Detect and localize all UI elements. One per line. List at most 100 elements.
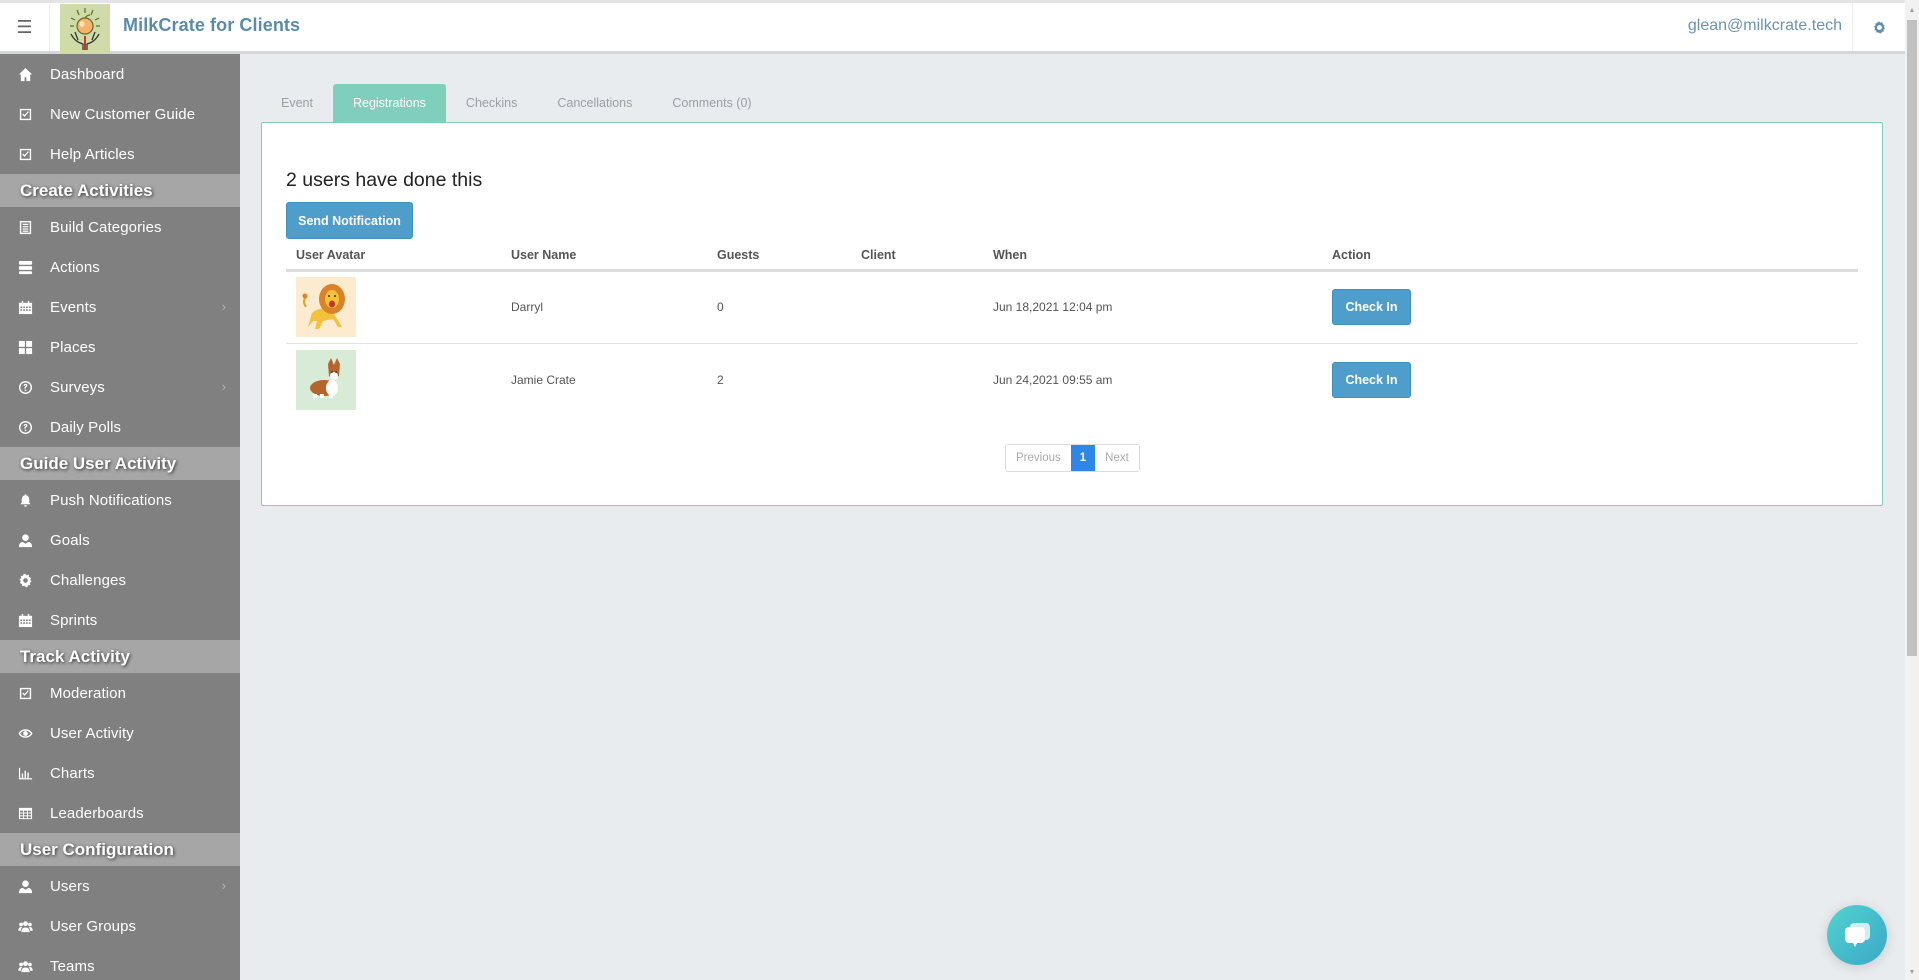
previous-page-button[interactable]: Previous — [1006, 445, 1071, 471]
sidebar-item-actions[interactable]: Actions — [0, 247, 240, 287]
sidebar-item-dashboard[interactable]: Dashboard — [0, 54, 240, 94]
panel-title: 2 users have done this — [286, 169, 483, 191]
calendar-icon — [0, 613, 50, 628]
bell-icon — [0, 493, 50, 508]
sidebar-item-label: Build Categories — [50, 218, 162, 236]
sidebar-item-user-activity[interactable]: User Activity — [0, 713, 240, 753]
registrations-table: User Avatar User Name Guests Client When… — [286, 241, 1858, 416]
page-1-button[interactable]: 1 — [1070, 445, 1096, 471]
page-scrollbar[interactable]: ▲ ▼ — [1905, 0, 1919, 980]
chat-bubbles-icon — [1845, 923, 1870, 947]
users-icon — [0, 959, 50, 974]
sidebar-item-label: User Activity — [50, 724, 134, 742]
tab-comments[interactable]: Comments (0) — [652, 84, 771, 122]
sidebar-item-label: Push Notifications — [50, 491, 172, 509]
sidebar-item-label: Charts — [50, 764, 95, 782]
table-row: Darryl 0 Jun 18,2021 12:04 pm Check In — [286, 270, 1858, 344]
sidebar-item-push-notifications[interactable]: Push Notifications — [0, 480, 240, 520]
sidebar-item-label: Teams — [50, 957, 95, 975]
sidebar-item-build-categories[interactable]: Build Categories — [0, 207, 240, 247]
send-notification-button[interactable]: Send Notification — [286, 202, 413, 239]
when-cell: Jun 18,2021 12:04 pm — [983, 270, 1322, 344]
user-name-cell: Darryl — [501, 270, 707, 344]
tab-registrations[interactable]: Registrations — [332, 84, 446, 122]
sidebar-item-new-customer-guide[interactable]: New Customer Guide — [0, 94, 240, 134]
sidebar-item-moderation[interactable]: Moderation — [0, 673, 240, 713]
tab-event[interactable]: Event — [261, 84, 333, 122]
sidebar-item-label: Actions — [50, 258, 100, 276]
next-page-button[interactable]: Next — [1095, 445, 1139, 471]
sidebar-item-label: Help Articles — [50, 145, 135, 163]
sidebar-item-surveys[interactable]: Surveys › — [0, 367, 240, 407]
sidebar-item-users[interactable]: Users › — [0, 866, 240, 906]
sidebar-item-user-groups[interactable]: User Groups — [0, 906, 240, 946]
sidebar-item-label: Sprints — [50, 611, 98, 629]
apple-hands-logo — [70, 8, 100, 50]
gear-icon — [1873, 20, 1885, 34]
list-icon — [0, 220, 50, 235]
chevron-right-icon: › — [221, 878, 226, 893]
grid-icon — [0, 340, 50, 355]
sidebar-item-sprints[interactable]: Sprints — [0, 600, 240, 640]
sidebar-section-user-configuration: User Configuration — [0, 833, 240, 866]
column-header-guests: Guests — [707, 241, 851, 272]
calendar-icon — [0, 300, 50, 315]
avatar-cell — [286, 270, 501, 344]
checkbox-icon — [0, 107, 50, 122]
app-title: MilkCrate for Clients — [123, 15, 301, 35]
sidebar-section-guide-user-activity: Guide User Activity — [0, 447, 240, 480]
sidebar-item-charts[interactable]: Charts — [0, 753, 240, 793]
column-header-user-name: User Name — [501, 241, 707, 272]
checkbox-icon — [0, 686, 50, 701]
user-email-link[interactable]: glean@milkcrate.tech — [1688, 17, 1842, 35]
cog-icon — [0, 572, 50, 588]
sidebar-item-label: Moderation — [50, 684, 127, 702]
chevron-right-icon: › — [221, 379, 226, 394]
tab-checkins[interactable]: Checkins — [446, 84, 537, 122]
checkbox-icon — [0, 147, 50, 162]
scroll-down-arrow-icon[interactable]: ▼ — [1905, 966, 1919, 980]
action-cell: Check In — [1322, 343, 1858, 416]
lion-avatar — [296, 277, 356, 337]
sidebar-item-daily-polls[interactable]: Daily Polls — [0, 407, 240, 447]
app-logo[interactable] — [60, 4, 110, 54]
user-name-cell: Jamie Crate — [511, 372, 576, 387]
users-icon — [0, 919, 50, 934]
sidebar-item-teams[interactable]: Teams — [0, 946, 240, 980]
user-icon — [0, 533, 50, 548]
sidebar-item-label: Surveys — [50, 378, 105, 396]
scrollbar-thumb[interactable] — [1907, 20, 1917, 656]
tasks-icon — [0, 260, 50, 275]
sidebar-nav: Dashboard New Customer Guide Help Articles… — [0, 54, 240, 980]
table-icon — [0, 806, 50, 821]
scroll-up-arrow-icon[interactable]: ▲ — [1905, 4, 1919, 18]
sidebar-section-create-activities: Create Activities — [0, 174, 240, 207]
sidebar-item-leaderboards[interactable]: Leaderboards — [0, 793, 240, 833]
sidebar-item-label: Dashboard — [50, 65, 125, 83]
guests-cell: 0 — [707, 270, 851, 344]
action-cell: Check In — [1322, 270, 1858, 344]
question-circle-icon — [0, 380, 50, 395]
settings-button[interactable] — [1852, 3, 1905, 51]
sidebar-item-label: Places — [50, 338, 96, 356]
sidebar-item-label: User Groups — [50, 917, 137, 935]
sidebar-item-challenges[interactable]: Challenges — [0, 560, 240, 600]
check-in-button[interactable]: Check In — [1332, 361, 1411, 398]
check-in-button[interactable]: Check In — [1332, 289, 1411, 325]
tab-cancellations[interactable]: Cancellations — [537, 84, 652, 122]
eye-icon — [0, 726, 50, 741]
top-header: ☰ MilkCrate for Clients glean@milkcrate.… — [0, 0, 1905, 54]
when-cell: Jun 24,2021 09:55 am — [993, 372, 1113, 387]
sidebar-item-places[interactable]: Places — [0, 327, 240, 367]
sidebar-item-help-articles[interactable]: Help Articles — [0, 134, 240, 174]
menu-toggle-button[interactable]: ☰ — [0, 3, 50, 51]
sidebar-item-events[interactable]: Events › — [0, 287, 240, 327]
sidebar-item-label: Goals — [50, 531, 90, 549]
event-tabs: Event Registrations Checkins Cancellatio… — [261, 84, 772, 122]
client-cell — [851, 343, 983, 416]
sidebar-item-goals[interactable]: Goals — [0, 520, 240, 560]
chat-widget-button[interactable] — [1827, 905, 1887, 965]
column-header-client: Client — [851, 241, 983, 272]
column-header-user-avatar: User Avatar — [286, 241, 501, 272]
chevron-right-icon: › — [221, 299, 226, 314]
